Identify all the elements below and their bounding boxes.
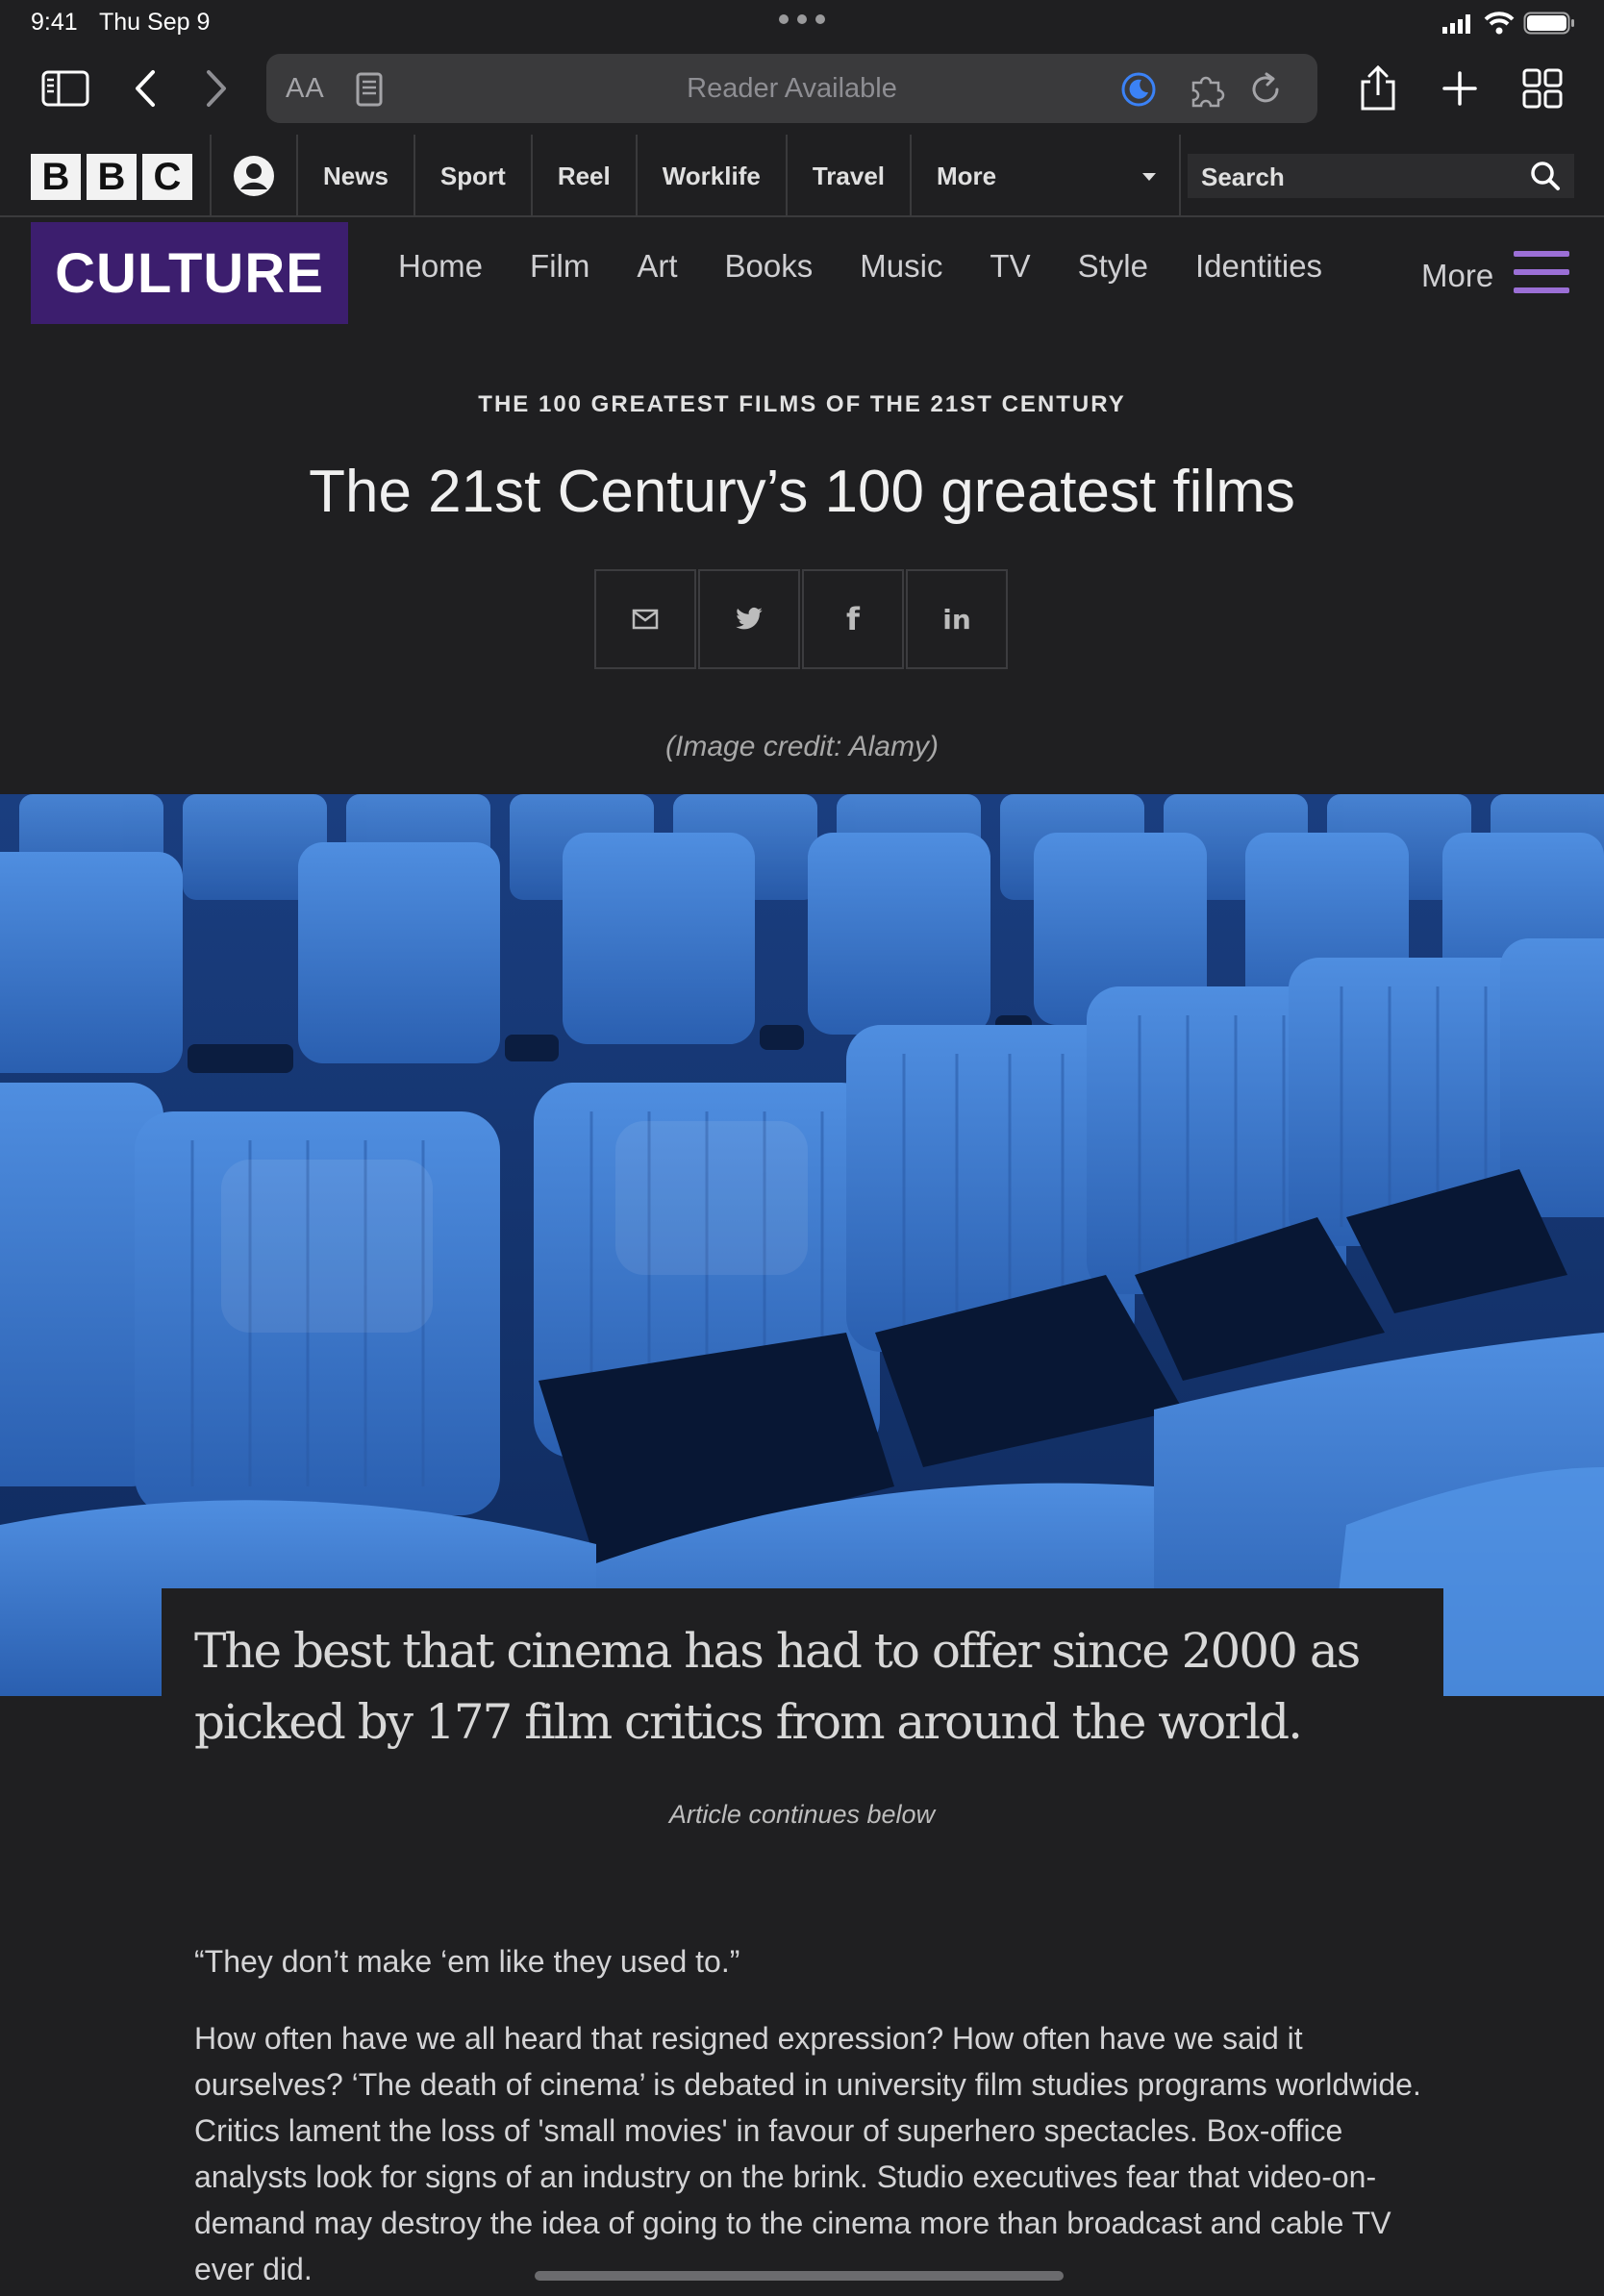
new-tab-icon[interactable] [1435, 63, 1485, 113]
culture-nav-books[interactable]: Books [725, 248, 814, 285]
share-buttons: f in [594, 569, 1008, 669]
nav-reel[interactable]: Reel [533, 135, 638, 217]
status-indicators [1442, 11, 1577, 36]
nav-more-dropdown[interactable]: More [912, 135, 1182, 217]
culture-logo[interactable]: CULTURE [31, 222, 348, 324]
home-indicator[interactable] [535, 2271, 1064, 2281]
cinema-seats-illustration [0, 794, 1604, 1696]
culture-nav: Home Film Art Books Music TV Style Ident… [398, 248, 1369, 285]
nav-news[interactable]: News [298, 135, 415, 217]
culture-nav-tv[interactable]: TV [990, 248, 1030, 285]
culture-nav-style[interactable]: Style [1078, 248, 1148, 285]
back-icon[interactable] [121, 63, 171, 113]
dark-mode-extension-icon[interactable] [1120, 71, 1157, 108]
address-bar[interactable]: AA Reader Available [266, 54, 1317, 123]
article-paragraph: How often have we all heard that resigne… [194, 2021, 1421, 2286]
search-icon[interactable] [1530, 161, 1561, 196]
linkedin-icon: in [942, 603, 971, 636]
reload-icon[interactable] [1247, 71, 1284, 108]
status-date: Thu Sep 9 [99, 9, 211, 36]
culture-nav-music[interactable]: Music [860, 248, 942, 285]
nav-sport[interactable]: Sport [415, 135, 533, 217]
cellular-signal-icon [1442, 14, 1470, 34]
status-bar: 9:41 Thu Sep 9 [0, 0, 1604, 46]
bbc-logo[interactable]: B B C [31, 154, 192, 200]
culture-nav-more[interactable]: More [1421, 258, 1493, 294]
article-summary: The best that cinema has had to offer si… [194, 1623, 1361, 1750]
culture-section-nav: CULTURE Home Film Art Books Music TV Sty… [0, 219, 1604, 327]
twitter-icon [736, 607, 763, 630]
culture-nav-art[interactable]: Art [637, 248, 677, 285]
status-time: 9:41 [31, 9, 78, 36]
image-credit: (Image credit: Alamy) [665, 731, 939, 762]
multitasking-dots-icon[interactable] [779, 14, 825, 24]
article-body: “They don’t make ‘em like they used to.”… [194, 1938, 1444, 2296]
email-icon [632, 609, 659, 630]
sidebar-icon[interactable] [40, 63, 90, 113]
bbc-logo-letter: B [87, 154, 137, 200]
wifi-icon [1484, 12, 1515, 35]
share-linkedin-button[interactable]: in [906, 569, 1008, 669]
browser-toolbar: AA Reader Available [0, 46, 1604, 133]
tab-overview-icon[interactable] [1517, 63, 1567, 113]
battery-icon [1523, 12, 1574, 35]
nav-worklife[interactable]: Worklife [638, 135, 788, 217]
search-label: Search [1201, 162, 1285, 191]
article-headline: The 21st Century’s 100 greatest films [309, 459, 1295, 525]
caret-down-icon [1142, 173, 1157, 181]
facebook-icon: f [846, 601, 860, 637]
extensions-puzzle-icon[interactable] [1188, 71, 1225, 108]
culture-nav-home[interactable]: Home [398, 248, 483, 285]
forward-icon[interactable] [190, 63, 240, 113]
share-twitter-button[interactable] [698, 569, 800, 669]
share-facebook-button[interactable]: f [802, 569, 904, 669]
search-input[interactable]: Search [1188, 154, 1574, 198]
bbc-top-nav: News Sport Reel Worklife Travel More [298, 135, 1182, 217]
url-text: Reader Available [687, 73, 897, 104]
culture-nav-film[interactable]: Film [530, 248, 589, 285]
hero-image-cinema-seats [0, 794, 1604, 1696]
article-continues-note: Article continues below [668, 1800, 936, 1829]
hamburger-menu-icon[interactable] [1514, 251, 1569, 293]
nav-more-label: More [937, 161, 997, 190]
bbc-logo-letter: C [142, 154, 192, 200]
account-button[interactable] [210, 135, 298, 217]
share-icon[interactable] [1353, 63, 1403, 113]
bbc-logo-letter: B [31, 154, 81, 200]
culture-nav-identities[interactable]: Identities [1195, 248, 1322, 285]
article-paragraph: “They don’t make ‘em like they used to.” [194, 1944, 740, 1979]
share-email-button[interactable] [594, 569, 696, 669]
account-icon [234, 156, 274, 196]
nav-travel[interactable]: Travel [788, 135, 913, 217]
bbc-masthead: B B C News Sport Reel Worklife Travel Mo… [0, 135, 1604, 217]
article-kicker[interactable]: THE 100 GREATEST FILMS OF THE 21ST CENTU… [0, 391, 1604, 418]
